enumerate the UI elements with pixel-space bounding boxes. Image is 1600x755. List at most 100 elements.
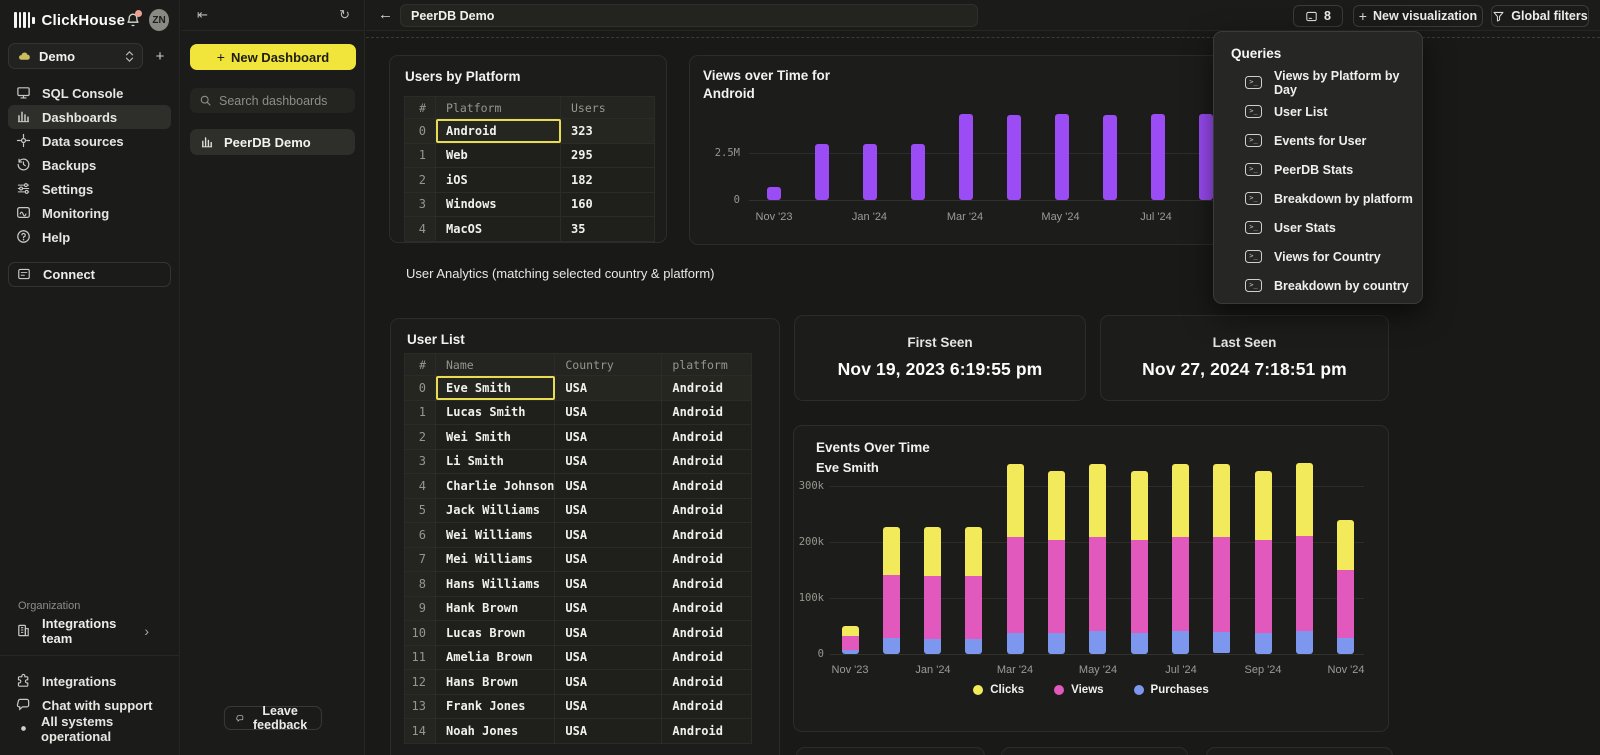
stacked-bar-Nov24[interactable] [1337,520,1354,654]
stacked-bar-Jan24[interactable] [924,527,941,654]
stacked-bar-May24[interactable] [1089,464,1106,654]
table-row[interactable]: 0Android323 [405,119,655,144]
table-cell[interactable]: Windows [436,192,561,217]
stacked-bar-Mar24[interactable] [1007,464,1024,654]
sidebar-item-monitoring[interactable]: Monitoring [8,201,171,225]
table-cell[interactable]: 12 [405,670,436,695]
table-cell[interactable]: Hans Williams [436,572,555,597]
sidebar-item-all-systems-operational[interactable]: All systems operational [8,717,171,741]
table-row[interactable]: 9Hank BrownUSAAndroid [405,596,752,621]
add-service-button[interactable]: + [149,45,171,67]
table-row[interactable]: 2Wei SmithUSAAndroid [405,425,752,450]
table-cell[interactable]: 0 [405,119,436,144]
table-cell[interactable]: Lucas Smith [436,400,555,425]
table-cell[interactable]: Hank Brown [436,596,555,621]
table-row[interactable]: 13Frank JonesUSAAndroid [405,694,752,719]
connect-button[interactable]: Connect [8,262,171,287]
table-cell[interactable]: Android [662,719,752,744]
table-cell[interactable]: 323 [561,119,655,144]
table-cell[interactable]: Android [662,523,752,548]
table-row[interactable]: 7Mei WilliamsUSAAndroid [405,547,752,572]
legend-item-purchases[interactable]: Purchases [1134,684,1209,696]
query-item-breakdown-by-platform[interactable]: >_Breakdown by platform [1245,184,1422,213]
table-cell[interactable]: USA [555,596,662,621]
table-cell[interactable]: USA [555,474,662,499]
dashboard-title-input[interactable]: PeerDB Demo [400,4,978,27]
new-visualization-button[interactable]: + New visualization [1353,5,1483,27]
query-item-user-stats[interactable]: >_User Stats [1245,213,1422,242]
table-cell[interactable]: 295 [561,143,655,168]
sidebar-item-dashboards[interactable]: Dashboards [8,105,171,129]
table-cell[interactable]: USA [555,572,662,597]
bar-Feb24[interactable] [911,144,925,200]
table-row[interactable]: 11Amelia BrownUSAAndroid [405,645,752,670]
table-cell[interactable]: 182 [561,168,655,193]
sidebar-item-settings[interactable]: Settings [8,177,171,201]
table-cell[interactable]: 7 [405,547,436,572]
table-row[interactable]: 1Lucas SmithUSAAndroid [405,400,752,425]
table-cell[interactable]: Android [662,474,752,499]
table-cell[interactable]: Android [662,694,752,719]
table-row[interactable]: 0Eve SmithUSAAndroid [405,376,752,401]
table-cell[interactable]: 6 [405,523,436,548]
table-cell[interactable]: iOS [436,168,561,193]
table-cell[interactable]: Jack Williams [436,498,555,523]
table-cell[interactable]: 9 [405,596,436,621]
bar-Aug24[interactable] [1199,114,1213,200]
table-cell[interactable]: Android [662,400,752,425]
table-cell[interactable]: Android [662,425,752,450]
query-item-views-for-country[interactable]: >_Views for Country [1245,242,1422,271]
user-avatar[interactable]: ZN [149,9,169,31]
table-row[interactable]: 3Windows160 [405,192,655,217]
table-cell[interactable]: USA [555,425,662,450]
legend-item-views[interactable]: Views [1054,684,1103,696]
table-cell[interactable]: 4 [405,474,436,499]
sidebar-item-sql-console[interactable]: SQL Console [8,81,171,105]
query-item-events-for-user[interactable]: >_Events for User [1245,126,1422,155]
bar-Jul24[interactable] [1151,114,1165,200]
table-cell[interactable]: USA [555,645,662,670]
table-cell[interactable]: Lucas Brown [436,621,555,646]
table-row[interactable]: 4MacOS35 [405,217,655,242]
table-cell[interactable]: USA [555,376,662,401]
table-row[interactable]: 3Li SmithUSAAndroid [405,449,752,474]
search-dashboards-box[interactable] [190,88,355,113]
table-cell[interactable]: Android [662,645,752,670]
stacked-bar-Oct24[interactable] [1296,463,1313,654]
table-cell[interactable]: 1 [405,400,436,425]
bar-Mar24[interactable] [959,114,973,200]
bar-Dec23[interactable] [815,144,829,200]
collapse-panel-icon[interactable]: ⇤ [197,7,208,23]
stacked-bar-Sep24[interactable] [1255,471,1272,654]
table-cell[interactable]: 0 [405,376,436,401]
table-cell[interactable]: Web [436,143,561,168]
table-cell[interactable]: Frank Jones [436,694,555,719]
table-cell[interactable]: 3 [405,192,436,217]
widget-count-button[interactable]: 8 [1293,5,1343,27]
table-cell[interactable]: 13 [405,694,436,719]
table-row[interactable]: 4Charlie JohnsonUSAAndroid [405,474,752,499]
table-cell[interactable]: 5 [405,498,436,523]
users-by-platform-table[interactable]: #PlatformUsers0Android3231Web2952iOS1823… [404,96,655,242]
table-row[interactable]: 1Web295 [405,143,655,168]
table-cell[interactable]: USA [555,498,662,523]
refresh-icon[interactable]: ↻ [339,7,350,23]
clickhouse-logo[interactable]: ClickHouse [14,12,125,29]
search-dashboards-input[interactable] [219,94,346,108]
leave-feedback-button[interactable]: Leave feedback [223,706,321,730]
bar-Nov23[interactable] [767,187,781,200]
stacked-bar-Jun24[interactable] [1131,471,1148,654]
table-cell[interactable]: Android [662,621,752,646]
table-cell[interactable]: 2 [405,425,436,450]
table-cell[interactable]: Android [662,670,752,695]
table-cell[interactable]: 3 [405,449,436,474]
table-row[interactable]: 10Lucas BrownUSAAndroid [405,621,752,646]
table-row[interactable]: 2iOS182 [405,168,655,193]
sidebar-item-integrations-team[interactable]: Integrations team › [8,619,171,643]
global-filters-button[interactable]: Global filters [1491,5,1589,27]
stacked-bar-Dec23[interactable] [883,527,900,654]
table-cell[interactable]: USA [555,621,662,646]
table-cell[interactable]: Noah Jones [436,719,555,744]
table-cell[interactable]: MacOS [436,217,561,242]
table-cell[interactable]: Android [662,498,752,523]
